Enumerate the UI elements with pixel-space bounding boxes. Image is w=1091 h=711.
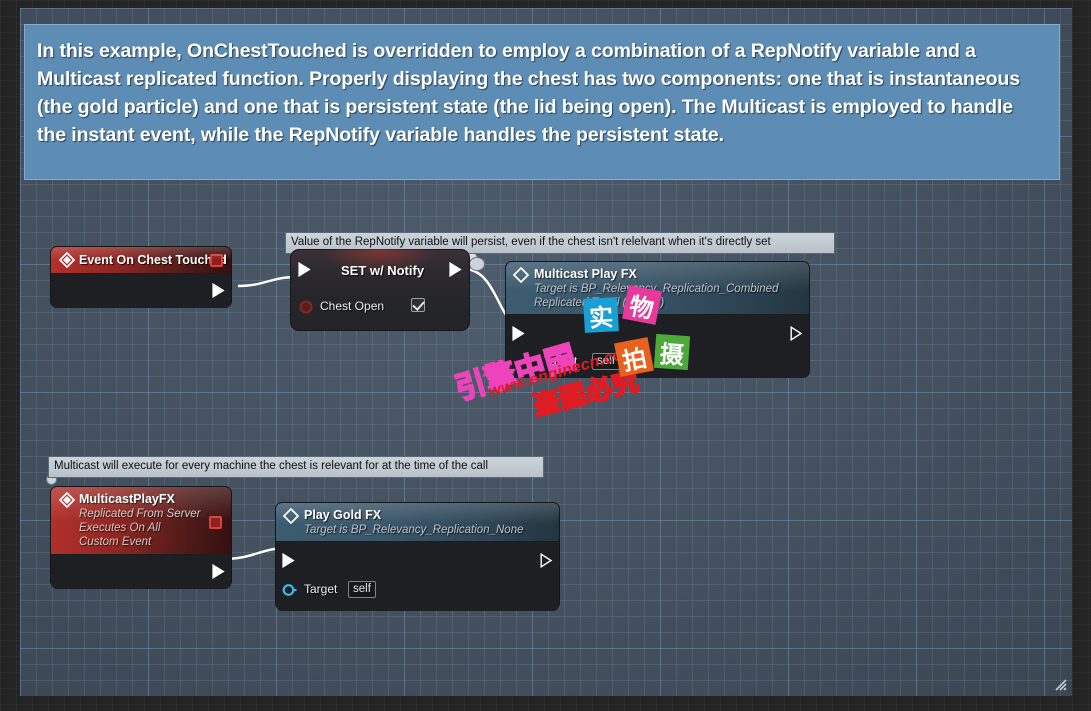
exec-in-pin[interactable] bbox=[512, 326, 525, 341]
node-multicast-play-fx[interactable]: Multicast Play FX Target is BP_Relevancy… bbox=[503, 259, 812, 382]
exec-in-pin[interactable] bbox=[282, 553, 295, 568]
wire-set-to-multicast bbox=[463, 267, 511, 322]
resize-grip-icon[interactable] bbox=[1051, 675, 1067, 691]
pin-label-target: Target bbox=[304, 582, 338, 596]
wire-event-to-set bbox=[237, 275, 298, 288]
function-diamond-icon bbox=[513, 267, 529, 283]
event-diamond-icon bbox=[59, 252, 75, 268]
exec-out-pin[interactable] bbox=[212, 564, 225, 579]
tooltip-multicast-relevant: Multicast will execute for every machine… bbox=[48, 456, 544, 478]
graph-comment-banner[interactable]: In this example, OnChestTouched is overr… bbox=[24, 24, 1060, 180]
blueprint-editor-window: In this example, OnChestTouched is overr… bbox=[0, 0, 1091, 711]
chest-open-checkbox[interactable] bbox=[411, 298, 425, 312]
node-set-with-notify[interactable]: SET w/ Notify Chest Open bbox=[288, 247, 472, 335]
target-self-field[interactable]: self bbox=[348, 581, 376, 598]
pin-label-target: Target bbox=[544, 354, 578, 368]
node-subtitle-replicated-from-server: Replicated From Server bbox=[79, 508, 201, 520]
node-play-gold-fx[interactable]: Play Gold FX Target is BP_Relevancy_Repl… bbox=[273, 500, 562, 614]
node-title-event-on-chest-touched: Event On Chest Touched bbox=[79, 253, 227, 267]
node-subtitle-multicast-replication: Replicated To All (Server) bbox=[534, 297, 665, 309]
exec-out-pin[interactable] bbox=[212, 283, 225, 298]
tooltip-multicast-relevant-text: Multicast will execute for every machine… bbox=[54, 460, 488, 472]
node-title-multicast-play-fx: Multicast Play FX bbox=[534, 267, 637, 281]
exec-in-pin[interactable] bbox=[298, 262, 311, 277]
node-subtitle-play-gold-fx-target: Target is BP_Relevancy_Replication_None bbox=[304, 524, 524, 536]
node-title-play-gold-fx: Play Gold FX bbox=[304, 508, 382, 522]
exec-out-pin[interactable] bbox=[540, 553, 553, 568]
node-title-set-with-notify: SET w/ Notify bbox=[341, 263, 425, 278]
exec-out-pin[interactable] bbox=[790, 326, 803, 341]
tooltip-repnotify-persist-text: Value of the RepNotify variable will per… bbox=[291, 236, 771, 248]
node-subtitle-executes-on-all: Executes On All bbox=[79, 522, 161, 534]
blueprint-graph-canvas[interactable]: In this example, OnChestTouched is overr… bbox=[20, 8, 1072, 696]
event-diamond-icon bbox=[59, 492, 75, 508]
tooltip-tether-blob-2 bbox=[469, 257, 485, 271]
target-object-pin[interactable] bbox=[282, 583, 297, 596]
node-title-multicast-play-fx-event: MulticastPlayFX bbox=[79, 492, 175, 506]
red-square-pin[interactable] bbox=[210, 254, 223, 267]
node-event-on-chest-touched[interactable]: Event On Chest Touched bbox=[48, 244, 234, 312]
graph-comment-text: In this example, OnChestTouched is overr… bbox=[37, 40, 1020, 146]
pin-label-chest-open: Chest Open bbox=[320, 299, 385, 313]
bool-red-pin[interactable] bbox=[299, 300, 313, 314]
target-self-field[interactable]: self bbox=[592, 353, 620, 370]
function-diamond-icon bbox=[283, 508, 299, 524]
node-subtitle-custom-event: Custom Event bbox=[79, 536, 152, 548]
exec-out-pin[interactable] bbox=[449, 262, 462, 277]
node-subtitle-multicast-target: Target is BP_Relevancy_Replication_Combi… bbox=[534, 283, 779, 295]
node-multicast-play-fx-event[interactable]: MulticastPlayFX Replicated From Server E… bbox=[48, 484, 234, 592]
red-square-pin[interactable] bbox=[209, 516, 222, 529]
